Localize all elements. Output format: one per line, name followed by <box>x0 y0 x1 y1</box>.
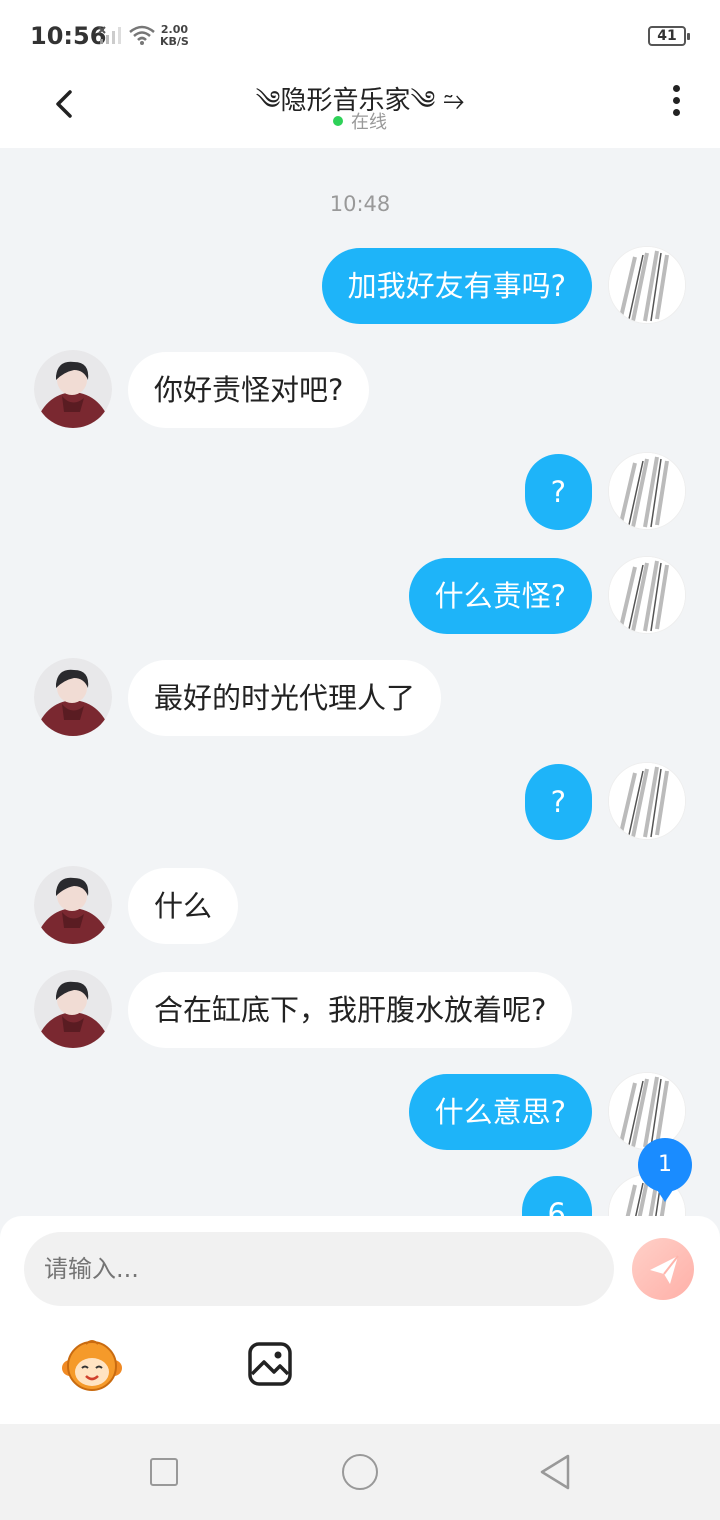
message-row-incoming: 最好的时光代理人了 <box>0 658 720 738</box>
status-time: 10:56 <box>30 22 107 50</box>
contact-avatar[interactable] <box>34 970 112 1048</box>
system-nav-bar <box>0 1424 720 1520</box>
message-bubble-outgoing[interactable]: 6 <box>521 1176 592 1216</box>
message-row-outgoing: ? <box>0 762 720 842</box>
contact-avatar[interactable] <box>34 658 112 736</box>
message-row-outgoing: 6 <box>0 1174 720 1216</box>
message-row-outgoing: ? <box>0 452 720 532</box>
battery-icon: 41 <box>648 26 690 46</box>
unread-count-badge[interactable]: 1 <box>638 1138 692 1202</box>
message-list[interactable]: 10:48 加我好友有事吗? 你好责怪对吧? ? 什么责怪? 最好的时光代理人了… <box>0 148 720 1216</box>
message-row-incoming: 什么 <box>0 866 720 946</box>
nav-back-icon[interactable] <box>538 1452 572 1492</box>
message-bubble-incoming[interactable]: 你好责怪对吧? <box>128 352 370 428</box>
my-avatar[interactable] <box>608 246 686 324</box>
message-bubble-incoming[interactable]: 什么 <box>128 868 239 944</box>
message-row-incoming: 合在缸底下，我肝腹水放着呢? <box>0 970 720 1050</box>
image-button[interactable] <box>246 1340 294 1388</box>
my-avatar[interactable] <box>608 556 686 634</box>
home-icon[interactable] <box>342 1454 378 1490</box>
paper-plane-icon <box>650 1255 679 1284</box>
monkey-emoji-icon <box>62 1340 122 1391</box>
online-status-label: 在线 <box>351 112 387 133</box>
composer <box>0 1216 720 1424</box>
message-input[interactable] <box>24 1232 614 1306</box>
network-speed-unit: KB/S <box>160 35 189 48</box>
chat-header: ༄隐形音乐家༄ ⥲ 在线 <box>0 70 720 148</box>
message-row-outgoing: 什么责怪? <box>0 556 720 636</box>
online-dot-icon <box>333 116 343 126</box>
message-bubble-outgoing[interactable]: 加我好友有事吗? <box>321 248 592 324</box>
message-row-outgoing: 加我好友有事吗? <box>0 246 720 326</box>
message-bubble-outgoing[interactable]: 什么意思? <box>408 1074 592 1150</box>
signal-icon <box>98 26 121 44</box>
wifi-icon <box>129 25 155 45</box>
status-bar: 10:56 2.00 KB/S 41 <box>0 0 720 70</box>
my-avatar[interactable] <box>608 762 686 840</box>
send-button[interactable] <box>632 1238 694 1300</box>
battery-level: 41 <box>657 28 677 44</box>
message-bubble-outgoing[interactable]: ? <box>524 764 592 840</box>
my-avatar[interactable] <box>608 452 686 530</box>
message-timestamp: 10:48 <box>329 192 391 216</box>
image-icon <box>248 1342 292 1386</box>
chat-screen: 10:56 2.00 KB/S 41 ༄隐形音乐家༄ ⥲ 在线 10:48 加我… <box>0 0 720 1520</box>
emoji-button[interactable] <box>60 1338 124 1394</box>
online-status: 在线 <box>0 108 720 134</box>
recent-apps-icon[interactable] <box>150 1458 178 1486</box>
message-bubble-outgoing[interactable]: ? <box>524 454 592 530</box>
message-bubble-incoming[interactable]: 最好的时光代理人了 <box>128 660 442 736</box>
contact-avatar[interactable] <box>34 866 112 944</box>
message-bubble-outgoing[interactable]: 什么责怪? <box>408 558 592 634</box>
message-bubble-incoming[interactable]: 合在缸底下，我肝腹水放着呢? <box>128 972 573 1048</box>
contact-avatar[interactable] <box>34 350 112 428</box>
network-speed: 2.00 KB/S <box>160 24 189 48</box>
more-options-icon[interactable] <box>664 82 688 122</box>
message-row-incoming: 你好责怪对吧? <box>0 350 720 430</box>
message-row-outgoing: 什么意思? <box>0 1072 720 1152</box>
my-avatar[interactable] <box>608 1072 686 1150</box>
